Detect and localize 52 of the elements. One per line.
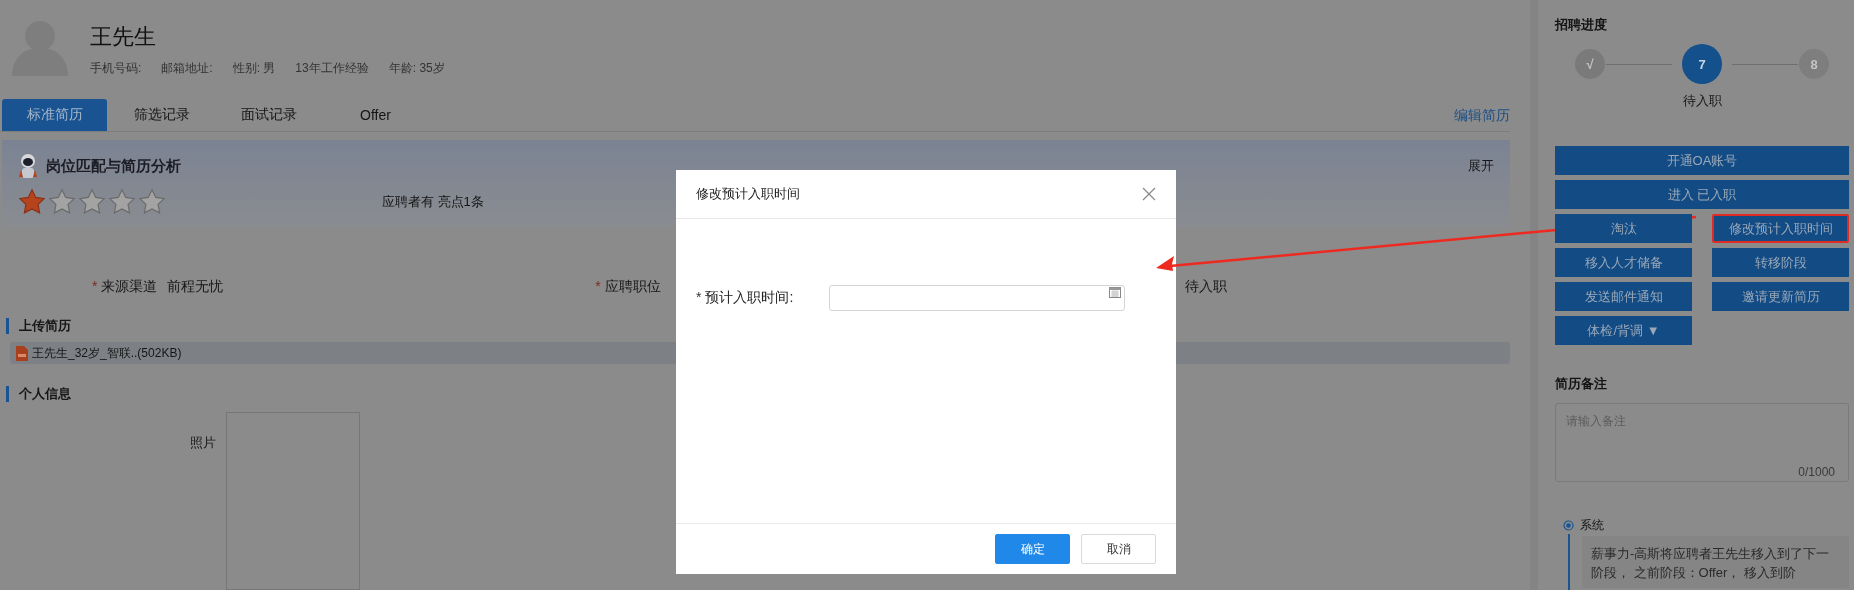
star-icon (18, 188, 46, 216)
close-icon[interactable] (1142, 187, 1156, 201)
action-button[interactable]: 体检/背调 ▼ (1555, 316, 1692, 345)
splitter-bar[interactable] (1530, 0, 1538, 590)
tab[interactable]: 筛选记录 (109, 99, 214, 131)
confirm-button[interactable]: 确定 (995, 534, 1070, 564)
action-button[interactable]: 淘汰 (1555, 214, 1692, 243)
star-icon (48, 188, 76, 216)
field-value: 前程无忧 (167, 278, 224, 296)
file-name: 王先生_32岁_智联..(502KB) (32, 344, 182, 362)
pdf-file-icon (16, 345, 28, 361)
timeline-author: 系统 (1580, 517, 1604, 534)
char-counter: 0/1000 (1798, 465, 1835, 479)
field-label: * 来源渠道 (92, 278, 158, 296)
candidate-info: 性别: 男 (232, 60, 276, 77)
analysis-title: 岗位匹配与简历分析 (46, 156, 181, 176)
tab[interactable]: Offer (323, 99, 428, 131)
field-value: 待入职 (1184, 278, 1227, 296)
step-circle: 8 (1799, 49, 1829, 79)
action-button[interactable]: 发送邮件通知 (1555, 282, 1692, 311)
candidate-info: 邮箱地址: (161, 60, 213, 77)
candidate-info: 年龄: 35岁 (388, 60, 445, 77)
step-circle: √ (1575, 49, 1605, 79)
cancel-button[interactable]: 取消 (1081, 534, 1156, 564)
calendar-icon (1109, 286, 1121, 298)
candidate-name: 王先生 (90, 23, 157, 51)
robot-icon (18, 152, 38, 180)
star-icon (78, 188, 106, 216)
action-button[interactable]: 移入人才储备 (1555, 248, 1692, 277)
edit-resume-link[interactable]: 编辑简历 (1454, 107, 1510, 125)
action-button[interactable]: 进入 已入职 (1555, 180, 1849, 209)
tab[interactable]: 标准简历 (2, 99, 107, 131)
star-icon (138, 188, 166, 216)
action-button[interactable]: 转移阶段 (1712, 248, 1849, 277)
candidate-info: 手机号码: (90, 60, 142, 77)
expand-link[interactable]: 展开 (1468, 157, 1494, 175)
candidate-info: 13年工作经验 (295, 60, 369, 77)
date-field[interactable] (829, 285, 1125, 311)
field-label: * 预计入职时间: (696, 289, 795, 307)
dialog-title: 修改预计入职时间 (696, 185, 800, 203)
notes-title: 简历备注 (1555, 375, 1608, 393)
action-button[interactable]: 邀请更新简历 (1712, 282, 1849, 311)
photo-label: 照片 (190, 434, 216, 452)
action-button[interactable]: 开通OA账号 (1555, 146, 1849, 175)
timeline-dot-icon (1563, 520, 1574, 531)
field-label: * 应聘职位 (595, 278, 661, 296)
step-label: 待入职 (1682, 92, 1722, 110)
step-circle: 7 (1682, 44, 1722, 84)
highlight-summary: 应聘者有 亮点1条 (382, 193, 484, 211)
tab[interactable]: 面试记录 (216, 99, 321, 131)
star-icon (108, 188, 136, 216)
progress-title: 招聘进度 (1555, 16, 1608, 34)
